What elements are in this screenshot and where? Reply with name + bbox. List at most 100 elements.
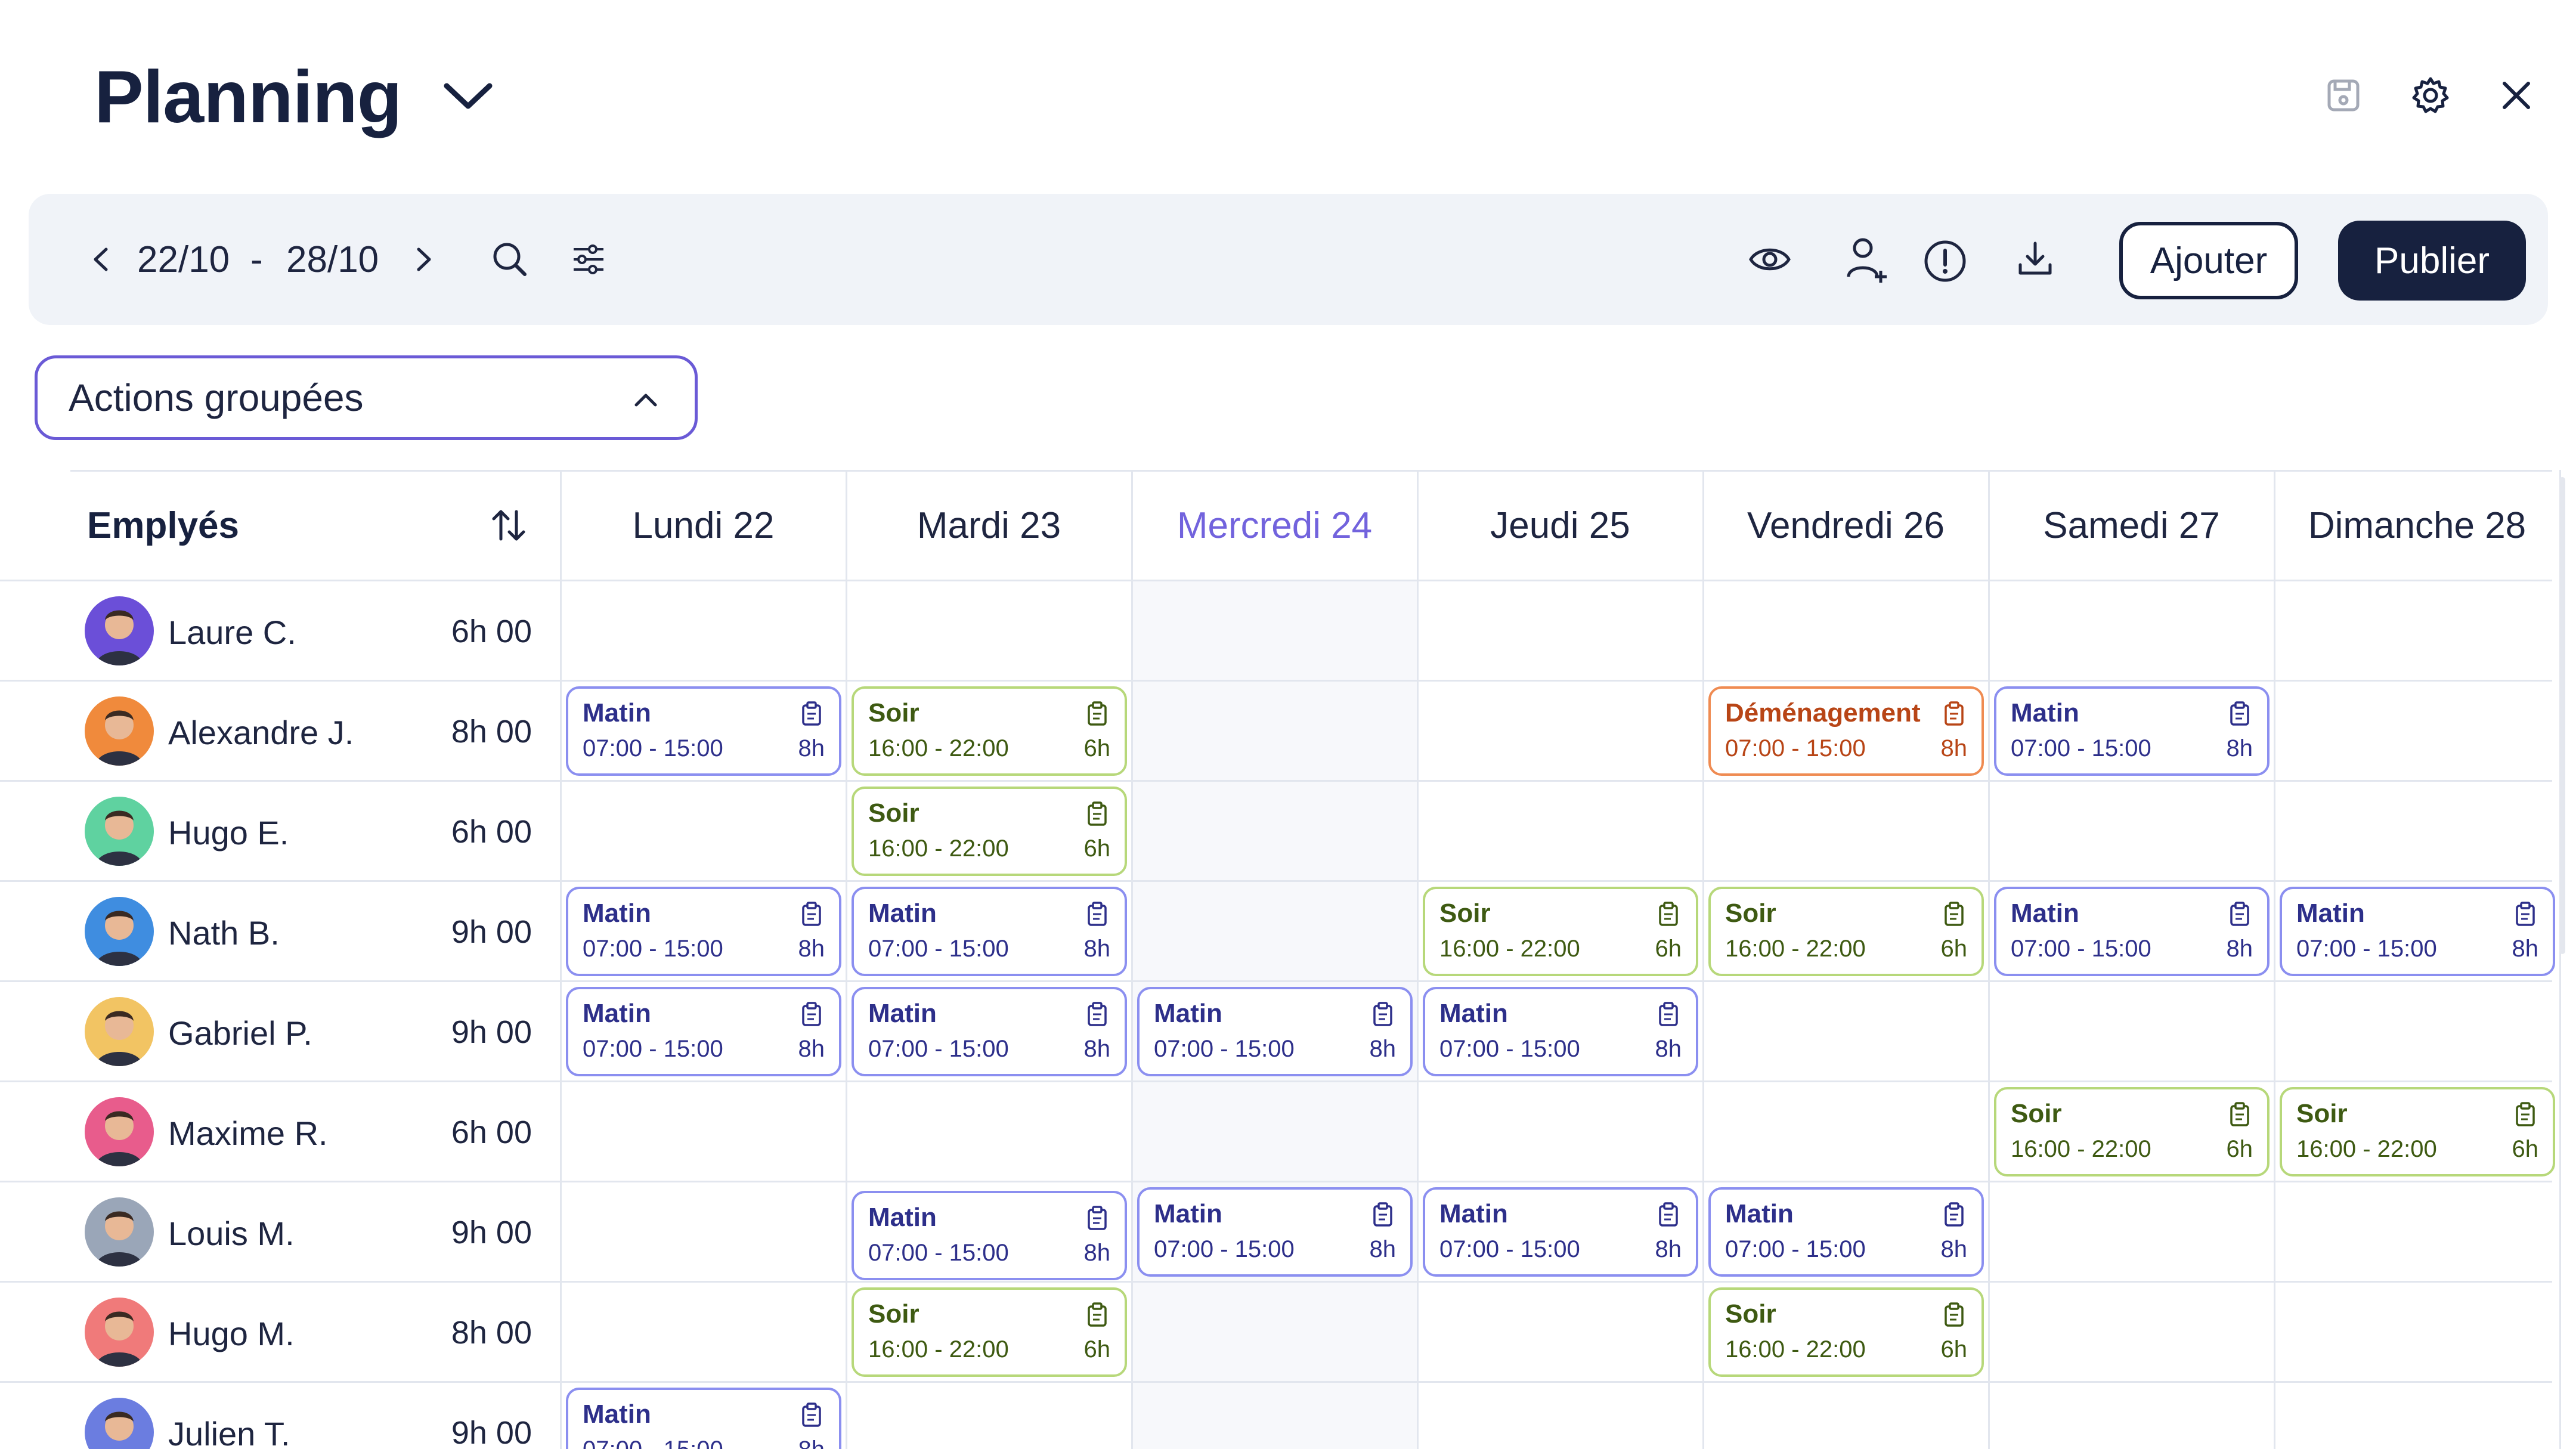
gear-icon[interactable] xyxy=(2405,70,2456,120)
employee-row[interactable]: Nath B. 9h 00 xyxy=(0,881,561,982)
sort-icon[interactable] xyxy=(488,504,530,546)
employee-row[interactable]: Alexandre J. 8h 00 xyxy=(0,681,561,781)
shift-duration: 8h xyxy=(2226,735,2253,761)
shift-card-matin[interactable]: Matin 07:00 - 15:00 8h xyxy=(566,1388,841,1449)
shift-card-matin[interactable]: Matin 07:00 - 15:00 8h xyxy=(2280,887,2555,976)
day-header[interactable]: Mardi 23 xyxy=(846,470,1132,581)
chevron-right-icon[interactable] xyxy=(405,237,441,281)
shift-card-matin[interactable]: Matin 07:00 - 15:00 8h xyxy=(1423,987,1698,1076)
date-start[interactable]: 22/10 xyxy=(137,239,230,280)
day-header[interactable]: Dimanche 28 xyxy=(2274,470,2560,581)
date-end[interactable]: 28/10 xyxy=(286,239,379,280)
shift-card-soir[interactable]: Soir 16:00 - 22:00 6h xyxy=(1994,1087,2270,1176)
shift-card-demen[interactable]: Déménagement 07:00 - 15:00 8h xyxy=(1708,686,1984,776)
employee-row[interactable]: Julien T. 9h 00 xyxy=(0,1382,561,1449)
filter-icon[interactable] xyxy=(566,237,611,281)
shift-duration: 8h xyxy=(1083,1036,1111,1062)
shift-card-matin[interactable]: Matin 07:00 - 15:00 8h xyxy=(1423,1187,1698,1277)
clipboard-icon[interactable] xyxy=(800,701,823,727)
day-header[interactable]: Vendredi 26 xyxy=(1703,470,1989,581)
employee-row[interactable]: Louis M. 9h 00 xyxy=(0,1182,561,1282)
shift-card-matin[interactable]: Matin 07:00 - 15:00 8h xyxy=(566,887,841,976)
clipboard-icon[interactable] xyxy=(800,901,823,927)
clipboard-icon[interactable] xyxy=(1085,1302,1109,1328)
employee-row[interactable]: Laure C. 6h 00 xyxy=(0,581,561,681)
avatar xyxy=(85,1398,154,1449)
shift-card-soir[interactable]: Soir 16:00 - 22:00 6h xyxy=(2280,1087,2555,1176)
employee-row[interactable]: Maxime R. 6h 00 xyxy=(0,1082,561,1182)
shift-card-matin[interactable]: Matin 07:00 - 15:00 8h xyxy=(1708,1187,1984,1277)
shift-card-soir[interactable]: Soir 16:00 - 22:00 6h xyxy=(852,686,1127,776)
employee-row[interactable]: Gabriel P. 9h 00 xyxy=(0,982,561,1082)
clipboard-icon[interactable] xyxy=(1371,1001,1395,1027)
employee-name: Hugo M. xyxy=(168,1315,295,1352)
eye-icon[interactable] xyxy=(1746,237,1794,281)
clipboard-icon[interactable] xyxy=(1371,1202,1395,1228)
shift-duration: 8h xyxy=(2512,936,2539,962)
avatar xyxy=(85,1197,154,1267)
clipboard-icon[interactable] xyxy=(1657,1202,1680,1228)
download-icon[interactable] xyxy=(2013,237,2057,281)
shift-name: Matin xyxy=(583,899,651,928)
clipboard-icon[interactable] xyxy=(1942,1202,1966,1228)
alert-icon[interactable] xyxy=(1921,237,1969,285)
shift-card-matin[interactable]: Matin 07:00 - 15:00 8h xyxy=(566,686,841,776)
clipboard-icon[interactable] xyxy=(2228,1101,2252,1128)
day-header[interactable]: Lundi 22 xyxy=(561,470,846,581)
shift-card-matin[interactable]: Matin 07:00 - 15:00 8h xyxy=(1994,887,2270,976)
chevron-down-icon[interactable] xyxy=(438,72,498,119)
shift-card-matin[interactable]: Matin 07:00 - 15:00 8h xyxy=(1137,1187,1413,1277)
shift-duration: 6h xyxy=(2512,1136,2539,1162)
clipboard-icon[interactable] xyxy=(2228,901,2252,927)
clipboard-icon[interactable] xyxy=(2513,1101,2537,1128)
employee-row[interactable]: Hugo M. 8h 00 xyxy=(0,1282,561,1382)
employee-hours: 6h 00 xyxy=(451,814,532,850)
shift-card-matin[interactable]: Matin 07:00 - 15:00 8h xyxy=(852,987,1127,1076)
clipboard-icon[interactable] xyxy=(800,1001,823,1027)
employee-hours: 9h 00 xyxy=(451,914,532,950)
shift-card-matin[interactable]: Matin 07:00 - 15:00 8h xyxy=(1994,686,2270,776)
clipboard-icon[interactable] xyxy=(1657,901,1680,927)
add-user-icon[interactable] xyxy=(1844,234,1891,285)
clipboard-icon[interactable] xyxy=(1085,901,1109,927)
scrollbar[interactable] xyxy=(2559,477,2565,954)
search-icon[interactable] xyxy=(488,237,532,281)
shift-card-matin[interactable]: Matin 07:00 - 15:00 8h xyxy=(852,887,1127,976)
shift-card-soir[interactable]: Soir 16:00 - 22:00 6h xyxy=(1423,887,1698,976)
clipboard-icon[interactable] xyxy=(1085,801,1109,827)
shift-card-soir[interactable]: Soir 16:00 - 22:00 6h xyxy=(1708,887,1984,976)
column-divider xyxy=(846,470,847,1449)
shift-card-matin[interactable]: Matin 07:00 - 15:00 8h xyxy=(852,1191,1127,1280)
day-header[interactable]: Samedi 27 xyxy=(1989,470,2274,581)
shift-card-soir[interactable]: Soir 16:00 - 22:00 6h xyxy=(1708,1287,1984,1377)
shift-name: Matin xyxy=(868,899,937,928)
bulk-actions-dropdown[interactable]: Actions groupées xyxy=(35,355,698,440)
shift-card-matin[interactable]: Matin 07:00 - 15:00 8h xyxy=(566,987,841,1076)
day-header[interactable]: Mercredi 24 xyxy=(1132,470,1417,581)
publish-button[interactable]: Publier xyxy=(2338,221,2526,301)
clipboard-icon[interactable] xyxy=(1085,1205,1109,1231)
clipboard-icon[interactable] xyxy=(1085,1001,1109,1027)
clipboard-icon[interactable] xyxy=(1657,1001,1680,1027)
shift-card-matin[interactable]: Matin 07:00 - 15:00 8h xyxy=(1137,987,1413,1076)
clipboard-icon[interactable] xyxy=(2513,901,2537,927)
day-header[interactable]: Jeudi 25 xyxy=(1417,470,1703,581)
shift-card-soir[interactable]: Soir 16:00 - 22:00 6h xyxy=(852,1287,1127,1377)
employee-row[interactable]: Hugo E. 6h 00 xyxy=(0,781,561,881)
shift-card-soir[interactable]: Soir 16:00 - 22:00 6h xyxy=(852,787,1127,876)
close-icon[interactable] xyxy=(2491,70,2541,120)
clipboard-icon[interactable] xyxy=(1942,1302,1966,1328)
shift-time: 07:00 - 15:00 xyxy=(583,735,723,761)
add-button[interactable]: Ajouter xyxy=(2119,222,2298,299)
clipboard-icon[interactable] xyxy=(800,1402,823,1428)
clipboard-icon[interactable] xyxy=(2228,701,2252,727)
clipboard-icon[interactable] xyxy=(1942,901,1966,927)
chevron-left-icon[interactable] xyxy=(83,237,119,281)
shift-duration: 8h xyxy=(798,1036,825,1062)
employee-hours: 6h 00 xyxy=(451,1114,532,1150)
save-icon[interactable] xyxy=(2318,70,2368,120)
clipboard-icon[interactable] xyxy=(1942,701,1966,727)
shift-name: Matin xyxy=(1439,999,1508,1028)
shift-time: 16:00 - 22:00 xyxy=(1725,1336,1866,1363)
clipboard-icon[interactable] xyxy=(1085,701,1109,727)
